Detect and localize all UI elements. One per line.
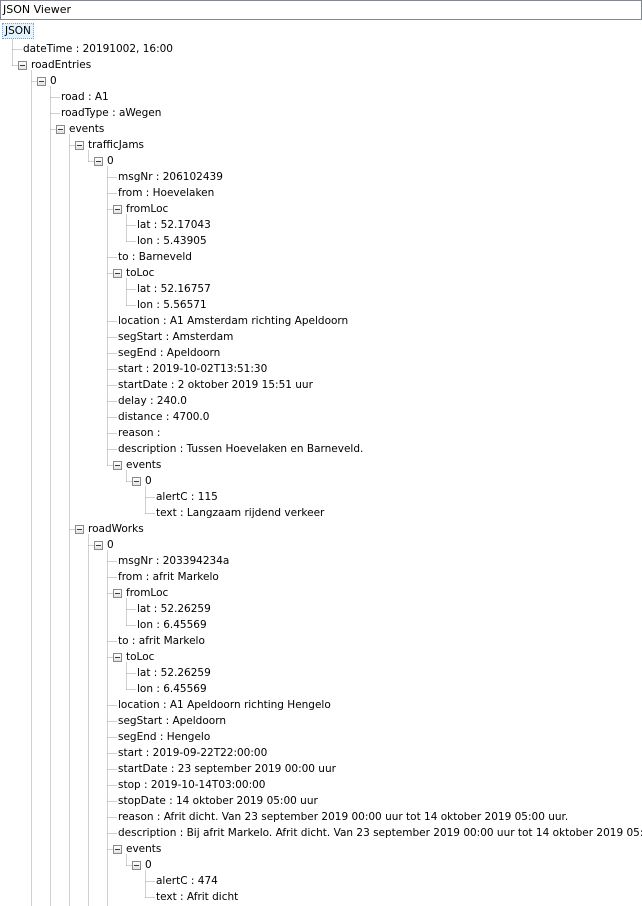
tree-branch-node[interactable]: 0	[106, 153, 114, 169]
tree-collapse-toggle-icon[interactable]	[75, 525, 84, 534]
tree-leaf-node[interactable]: description : Bij afrit Markelo. Afrit d…	[117, 825, 642, 841]
tree-leaf-node[interactable]: alertC : 474	[155, 873, 218, 889]
tree-collapse-toggle-icon[interactable]	[113, 269, 122, 278]
tree-leaf-node[interactable]: to : Barneveld	[117, 249, 192, 265]
tree-leaf-node[interactable]: segEnd : Hengelo	[117, 729, 210, 745]
tree-leaf-node[interactable]: from : Hoevelaken	[117, 185, 214, 201]
tree-branch-node[interactable]: toLoc	[125, 265, 154, 281]
tree-branch-node[interactable]: 0	[106, 537, 114, 553]
tree-branch-node[interactable]: fromLoc	[125, 585, 168, 601]
tree-branch-node[interactable]: trafficJams	[87, 137, 144, 153]
tree-collapse-toggle-icon[interactable]	[94, 541, 103, 550]
tree-branch-node[interactable]: roadWorks	[87, 521, 144, 537]
tree-leaf-node[interactable]: lon : 5.43905	[136, 233, 207, 249]
tree-leaf-node[interactable]: reason :	[117, 425, 160, 441]
tree-leaf-node[interactable]: msgNr : 203394234a	[117, 553, 229, 569]
tree-collapse-toggle-icon[interactable]	[113, 589, 122, 598]
tree-leaf-node[interactable]: start : 2019-10-02T13:51:30	[117, 361, 267, 377]
tree-leaf-node[interactable]: segStart : Apeldoorn	[117, 713, 226, 729]
tree-leaf-node[interactable]: startDate : 23 september 2019 00:00 uur	[117, 761, 336, 777]
tree-leaf-node[interactable]: delay : 240.0	[117, 393, 187, 409]
tree-branch-node[interactable]: roadEntries	[30, 57, 91, 73]
tree-leaf-node[interactable]: lat : 52.26259	[136, 601, 211, 617]
tree-branch-node[interactable]: 0	[49, 73, 57, 89]
tree-collapse-toggle-icon[interactable]	[113, 845, 122, 854]
tree-leaf-node[interactable]: to : afrit Markelo	[117, 633, 205, 649]
tree-leaf-node[interactable]: lat : 52.16757	[136, 281, 211, 297]
tree-collapse-toggle-icon[interactable]	[94, 157, 103, 166]
tree-leaf-node[interactable]: lat : 52.17043	[136, 217, 211, 233]
tree-collapse-toggle-icon[interactable]	[56, 125, 65, 134]
tree-leaf-node[interactable]: road : A1	[60, 89, 109, 105]
tree-leaf-node[interactable]: dateTime : 20191002, 16:00	[22, 41, 173, 57]
tree-branch-node[interactable]: fromLoc	[125, 201, 168, 217]
window-title-bar: JSON Viewer	[0, 0, 642, 20]
tree-collapse-toggle-icon[interactable]	[113, 653, 122, 662]
tree-leaf-node[interactable]: from : afrit Markelo	[117, 569, 219, 585]
tree-leaf-node[interactable]: lat : 52.26259	[136, 665, 211, 681]
tree-leaf-node[interactable]: stopDate : 14 oktober 2019 05:00 uur	[117, 793, 318, 809]
tree-collapse-toggle-icon[interactable]	[18, 61, 27, 70]
tree-leaf-node[interactable]: distance : 4700.0	[117, 409, 209, 425]
json-tree-view[interactable]: JSON dateTime : 20191002, 16:00 roadEntri…	[0, 20, 642, 906]
tree-leaf-node[interactable]: segStart : Amsterdam	[117, 329, 233, 345]
tree-collapse-toggle-icon[interactable]	[113, 205, 122, 214]
tree-leaf-node[interactable]: text : Langzaam rijdend verkeer	[155, 505, 324, 521]
tree-leaf-node[interactable]: alertC : 115	[155, 489, 218, 505]
tree-branch-node[interactable]: 0	[144, 473, 152, 489]
tree-leaf-node[interactable]: roadType : aWegen	[60, 105, 161, 121]
tree-leaf-node[interactable]: start : 2019-09-22T22:00:00	[117, 745, 267, 761]
tree-branch-node[interactable]: 0	[144, 857, 152, 873]
tree-leaf-node[interactable]: msgNr : 206102439	[117, 169, 223, 185]
tree-leaf-node[interactable]: lon : 6.45569	[136, 617, 207, 633]
tree-leaf-node[interactable]: stop : 2019-10-14T03:00:00	[117, 777, 265, 793]
tree-branch-node[interactable]: events	[125, 841, 161, 857]
tree-collapse-toggle-icon[interactable]	[75, 141, 84, 150]
tree-leaf-node[interactable]: location : A1 Amsterdam richting Apeldoo…	[117, 313, 348, 329]
tree-collapse-toggle-icon[interactable]	[113, 461, 122, 470]
tree-leaf-node[interactable]: lon : 6.45569	[136, 681, 207, 697]
window-title: JSON Viewer	[3, 3, 72, 16]
tree-leaf-node[interactable]: startDate : 2 oktober 2019 15:51 uur	[117, 377, 313, 393]
tree-branch-node[interactable]: toLoc	[125, 649, 154, 665]
tree-branch-node[interactable]: events	[68, 121, 104, 137]
tree-collapse-toggle-icon[interactable]	[132, 861, 141, 870]
tree-leaf-node[interactable]: lon : 5.56571	[136, 297, 207, 313]
tree-leaf-node[interactable]: location : A1 Apeldoorn richting Hengelo	[117, 697, 331, 713]
tree-root-node[interactable]: JSON	[2, 23, 34, 39]
tree-collapse-toggle-icon[interactable]	[37, 77, 46, 86]
tree-leaf-node[interactable]: reason : Afrit dicht. Van 23 september 2…	[117, 809, 568, 825]
tree-collapse-toggle-icon[interactable]	[132, 477, 141, 486]
tree-leaf-node[interactable]: description : Tussen Hoevelaken en Barne…	[117, 441, 363, 457]
tree-leaf-node[interactable]: segEnd : Apeldoorn	[117, 345, 220, 361]
tree-branch-node[interactable]: events	[125, 457, 161, 473]
tree-leaf-node[interactable]: text : Afrit dicht	[155, 889, 238, 905]
